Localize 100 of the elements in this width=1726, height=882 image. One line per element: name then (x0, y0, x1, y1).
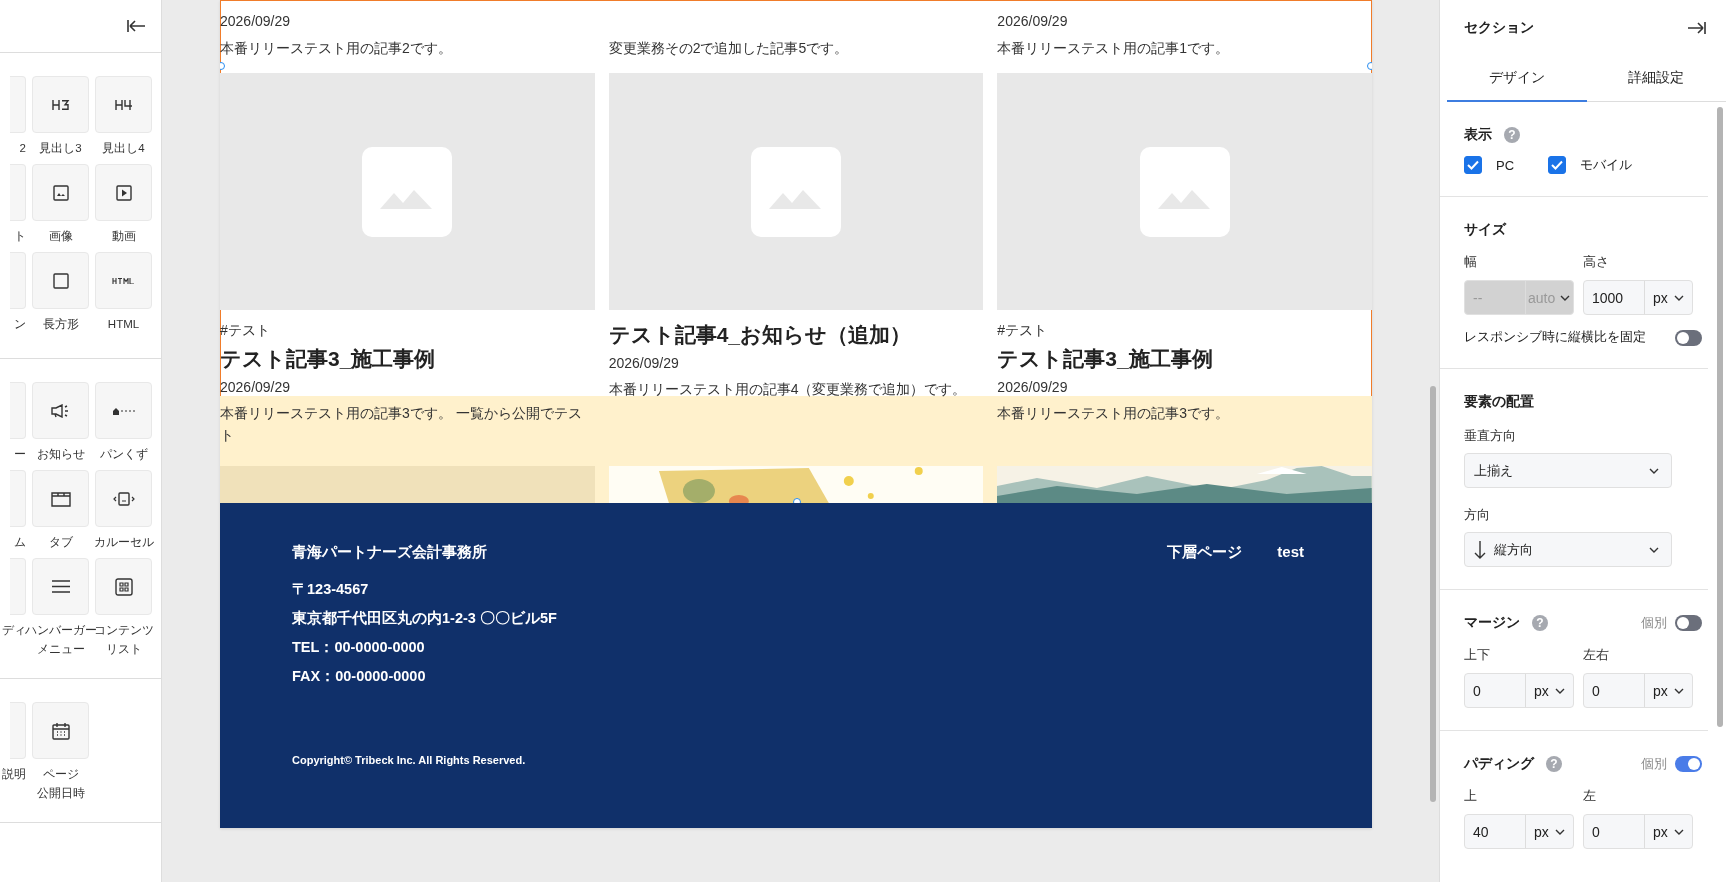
toggle-switch[interactable] (1675, 329, 1702, 346)
tile-label: ト (14, 229, 26, 244)
company-name: 青海パートナーズ会計事務所 (292, 543, 488, 562)
element-tile[interactable] (95, 558, 152, 615)
tile-label: ー (14, 447, 26, 462)
article-description: 本番リリーステスト用の記事3です。 (997, 404, 1230, 423)
element-tile[interactable] (32, 76, 89, 133)
tile-label: ディ (2, 623, 26, 638)
rectangle-icon (52, 272, 69, 289)
field-label: 上 (1464, 787, 1478, 805)
element-tile[interactable] (32, 558, 89, 615)
article-title[interactable]: テスト記事3_施工事例 (220, 343, 436, 375)
footer-link[interactable]: test (1277, 543, 1304, 828)
tile-label: メニュー (36, 642, 85, 657)
toggle-switch[interactable] (1675, 615, 1702, 631)
article-description: 変更業務その2で追加した記事5です。 (608, 39, 849, 58)
field-label: 高さ (1583, 253, 1610, 271)
tile-label: 公開日時 (36, 786, 85, 801)
field-label: 方向 (1464, 506, 1491, 524)
select-field[interactable]: 縦方向 (1464, 532, 1672, 567)
tile-label: 動画 (111, 229, 136, 244)
chevron-down-icon (1674, 687, 1684, 694)
panel-title: セクション (1464, 18, 1534, 37)
toggle-label: 個別 (1641, 614, 1667, 632)
size-field[interactable]: 0 px (1464, 673, 1574, 708)
menu-icon (51, 580, 70, 593)
toggle-label: レスポンシブ時に縦横比を固定 (1464, 329, 1646, 346)
collapse-icon[interactable] (127, 20, 145, 32)
tile-label: ム (14, 535, 26, 550)
article-title[interactable]: テスト記事3_施工事例 (997, 343, 1213, 375)
h4-icon (114, 99, 133, 110)
field-label: 幅 (1464, 253, 1478, 271)
toggle-switch[interactable] (1675, 756, 1702, 772)
checkbox-label: モバイル (1580, 156, 1633, 174)
element-tile[interactable] (95, 76, 152, 133)
folder-tab-icon (50, 490, 71, 507)
tile-label: パンくず (99, 447, 148, 463)
element-tile[interactable] (32, 252, 89, 309)
footer-text: TEL：00-0000-0000 (292, 638, 426, 657)
tile-label: 画像 (48, 229, 73, 244)
size-field[interactable]: 0 px (1583, 673, 1693, 708)
size-field[interactable]: 0 px (1583, 814, 1693, 849)
article-date: 2026/09/29 (997, 12, 1068, 31)
article-date: 2026/09/29 (997, 378, 1068, 397)
article-date: 2026/09/29 (608, 354, 679, 373)
tile-label: 長方形 (42, 317, 79, 332)
element-tile[interactable] (32, 382, 89, 439)
tile-label: カルーセル (93, 535, 154, 550)
footer-text: 東京都千代田区丸の内1-2-3 〇〇ビル5F (292, 609, 557, 628)
copyright-text: Copyright© Tribeck Inc. All Rights Reserved. (292, 754, 527, 766)
scrollbar[interactable] (1430, 386, 1436, 802)
chevron-down-icon (1560, 294, 1570, 301)
article-title[interactable]: テスト記事4_お知らせ（追加） (608, 319, 912, 351)
element-tile[interactable] (32, 702, 89, 759)
tile-label: 説明 (2, 767, 26, 782)
checkbox[interactable] (1464, 156, 1482, 174)
article-description: 本番リリーステスト用の記事4（変更業務で追加）です。 (608, 380, 967, 399)
tile-label: HTML (107, 317, 140, 332)
section-label: 要素の配置 (1464, 393, 1535, 411)
checkbox[interactable] (1548, 156, 1567, 174)
tile-label: 見出し3 (39, 141, 82, 156)
tile-label: リスト (105, 642, 142, 657)
panel-tab[interactable]: 詳細設定 (1586, 55, 1726, 102)
element-tile[interactable] (32, 470, 89, 527)
section-label: マージン (1464, 614, 1520, 632)
html-icon (111, 277, 136, 284)
section-label: サイズ (1464, 221, 1508, 239)
panel-tab[interactable]: デザイン (1447, 55, 1587, 102)
article-description: 本番リリーステスト用の記事3です。 一覧から公開でテスト (220, 404, 583, 445)
footer-link[interactable]: 下層ページ (1167, 543, 1243, 828)
section-label: 表示 (1464, 126, 1492, 144)
collapse-icon[interactable] (1688, 21, 1706, 34)
carousel-icon (112, 491, 135, 506)
select-field[interactable]: 上揃え (1464, 453, 1672, 488)
h3-icon (51, 99, 70, 110)
element-tile[interactable] (95, 164, 152, 221)
tile-label: 2 (19, 141, 26, 156)
size-field[interactable]: 40 px (1464, 814, 1574, 849)
chevron-down-icon (1674, 828, 1684, 835)
grid-icon (114, 577, 133, 596)
footer-text: FAX：00-0000-0000 (292, 667, 427, 686)
tile-label: タブ (48, 535, 73, 550)
element-tile[interactable] (95, 470, 152, 527)
element-tile[interactable] (32, 164, 89, 221)
size-field[interactable]: 1000 px (1583, 280, 1693, 315)
field-label: 左 (1583, 787, 1597, 805)
tile-label: 見出し4 (102, 141, 145, 156)
megaphone-icon (50, 403, 71, 418)
footer-text: 〒123-4567 (292, 580, 370, 599)
element-tile[interactable] (95, 382, 152, 439)
checkbox-label: PC (1496, 157, 1515, 173)
toggle-label: 個別 (1641, 755, 1667, 773)
scrollbar[interactable] (1717, 107, 1723, 727)
breadcrumb-icon (112, 406, 135, 415)
chevron-down-icon (1649, 467, 1659, 474)
calendar-icon (51, 721, 70, 740)
field-label: 上下 (1464, 646, 1491, 664)
image-icon (52, 184, 69, 201)
field-label: 垂直方向 (1464, 427, 1517, 445)
element-tile[interactable] (95, 252, 152, 309)
